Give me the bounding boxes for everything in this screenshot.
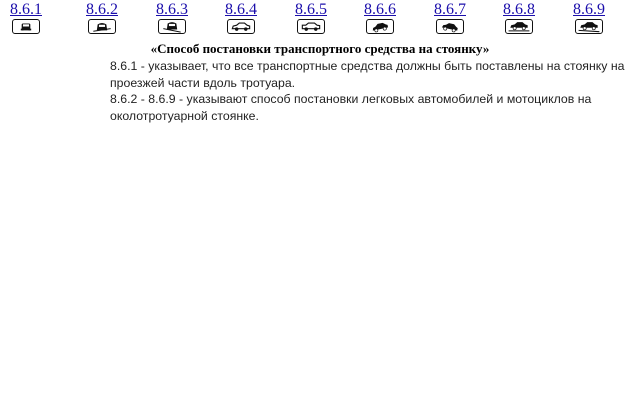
sign-8-6-7-link[interactable]: 8.6.7: [424, 0, 476, 40]
sign-8-6-6-link[interactable]: 8.6.6: [354, 0, 406, 40]
sign-8-6-9-link[interactable]: 8.6.9: [563, 0, 615, 40]
sign-8-6-8-link[interactable]: 8.6.8: [493, 0, 545, 40]
description-line-8-6-1: 8.6.1 - указывает, что все транспортные …: [110, 59, 625, 90]
car-side-parallel-sign-icon: [227, 19, 255, 34]
car-half-on-sidewalk-sign-icon: [158, 19, 186, 34]
sign-label[interactable]: 8.6.5: [285, 1, 337, 18]
description-line-8-6-2-to-8-6-9: 8.6.2 - 8.6.9 - указывают способ постано…: [110, 92, 592, 123]
sign-8-6-3-link[interactable]: 8.6.3: [146, 0, 198, 40]
car-angled-parking-sign-icon: [366, 19, 394, 34]
sign-8-6-2-link[interactable]: 8.6.2: [76, 0, 128, 40]
car-angled-parking-sign-icon: [436, 19, 464, 34]
sign-label[interactable]: 8.6.8: [493, 1, 545, 18]
sign-8-6-5-link[interactable]: 8.6.5: [285, 0, 337, 40]
sign-label[interactable]: 8.6.7: [424, 1, 476, 18]
sign-label[interactable]: 8.6.3: [146, 1, 198, 18]
sign-label[interactable]: 8.6.2: [76, 1, 128, 18]
car-on-roadway-sign-icon: [12, 19, 40, 34]
sign-label[interactable]: 8.6.4: [215, 1, 267, 18]
car-side-on-sidewalk-sign-icon: [575, 19, 603, 34]
description-block: 8.6.1 - указывает, что все транспортные …: [110, 58, 632, 124]
sign-row: 8.6.1 8.6.2 8.6.3 8.6.4 8.6.5 8.6.6 8.6.…: [0, 0, 640, 40]
sign-8-6-1-link[interactable]: 8.6.1: [0, 0, 52, 40]
sign-label[interactable]: 8.6.9: [563, 1, 615, 18]
sign-label[interactable]: 8.6.6: [354, 1, 406, 18]
car-side-on-sidewalk-sign-icon: [505, 19, 533, 34]
car-on-sidewalk-edge-sign-icon: [88, 19, 116, 34]
sign-group-caption: «Способ постановки транспортного средств…: [150, 41, 490, 56]
sign-8-6-4-link[interactable]: 8.6.4: [215, 0, 267, 40]
car-side-parallel-sign-icon: [297, 19, 325, 34]
sign-label[interactable]: 8.6.1: [0, 1, 52, 18]
